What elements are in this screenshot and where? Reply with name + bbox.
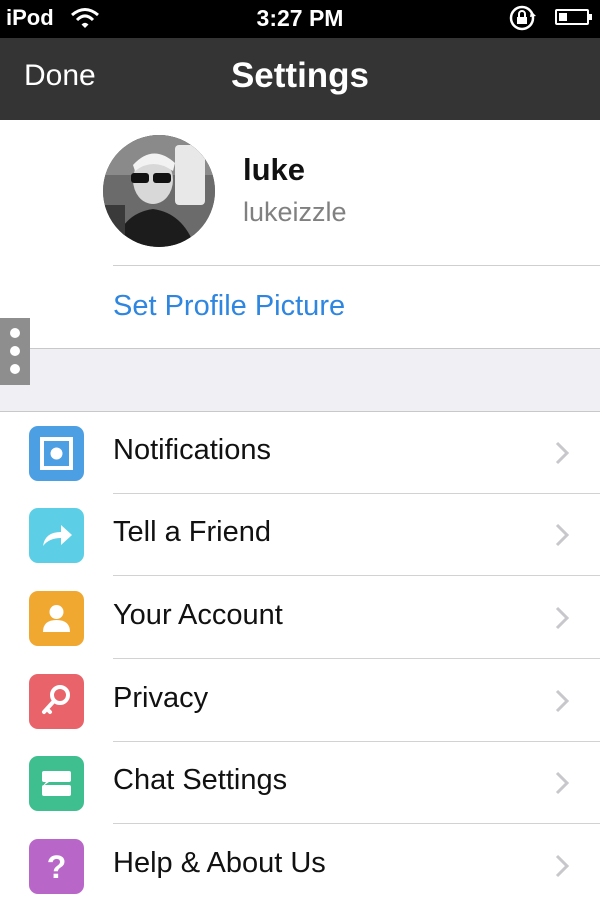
chevron-right-icon <box>555 523 570 547</box>
chevron-right-icon <box>555 771 570 795</box>
menu-item-label: Your Account <box>113 599 283 631</box>
chevron-right-icon <box>555 689 570 713</box>
chat-icon <box>29 756 84 811</box>
menu-item-label: Tell a Friend <box>113 516 271 548</box>
chevron-right-icon <box>555 854 570 878</box>
avatar[interactable] <box>103 135 215 247</box>
page-title: Settings <box>230 56 370 95</box>
divider <box>113 265 600 266</box>
question-icon: ? <box>29 839 84 894</box>
navigation-bar: Done Settings <box>0 38 600 120</box>
menu-item-help-about-us[interactable]: ? Help & About Us <box>0 825 600 907</box>
notifications-icon <box>29 426 84 481</box>
set-profile-picture-link[interactable]: Set Profile Picture <box>113 290 345 323</box>
person-icon <box>29 591 84 646</box>
avatar-photo <box>103 135 215 247</box>
chevron-right-icon <box>555 606 570 630</box>
menu-item-tell-a-friend[interactable]: Tell a Friend <box>0 494 600 576</box>
divider <box>113 575 600 576</box>
share-arrow-icon <box>29 508 84 563</box>
section-separator <box>0 348 600 412</box>
divider <box>113 823 600 824</box>
divider <box>113 658 600 659</box>
menu-item-label: Help & About Us <box>113 847 326 879</box>
menu-item-label: Privacy <box>113 682 209 714</box>
battery-icon <box>555 9 592 25</box>
profile-username: lukeizzle <box>243 197 347 227</box>
status-bar: iPod 3:27 PM <box>0 0 600 38</box>
svg-text:?: ? <box>47 849 67 885</box>
side-drawer-handle-icon[interactable] <box>0 318 30 385</box>
rotation-lock-icon <box>509 5 536 31</box>
profile-name: luke <box>243 152 306 187</box>
menu-item-notifications[interactable]: Notifications <box>0 412 600 494</box>
menu-item-label: Notifications <box>113 434 271 466</box>
menu-item-your-account[interactable]: Your Account <box>0 577 600 659</box>
key-icon <box>29 674 84 729</box>
menu-item-privacy[interactable]: Privacy <box>0 660 600 742</box>
menu-item-chat-settings[interactable]: Chat Settings <box>0 742 600 824</box>
chevron-right-icon <box>555 441 570 465</box>
menu-item-label: Chat Settings <box>113 764 288 796</box>
